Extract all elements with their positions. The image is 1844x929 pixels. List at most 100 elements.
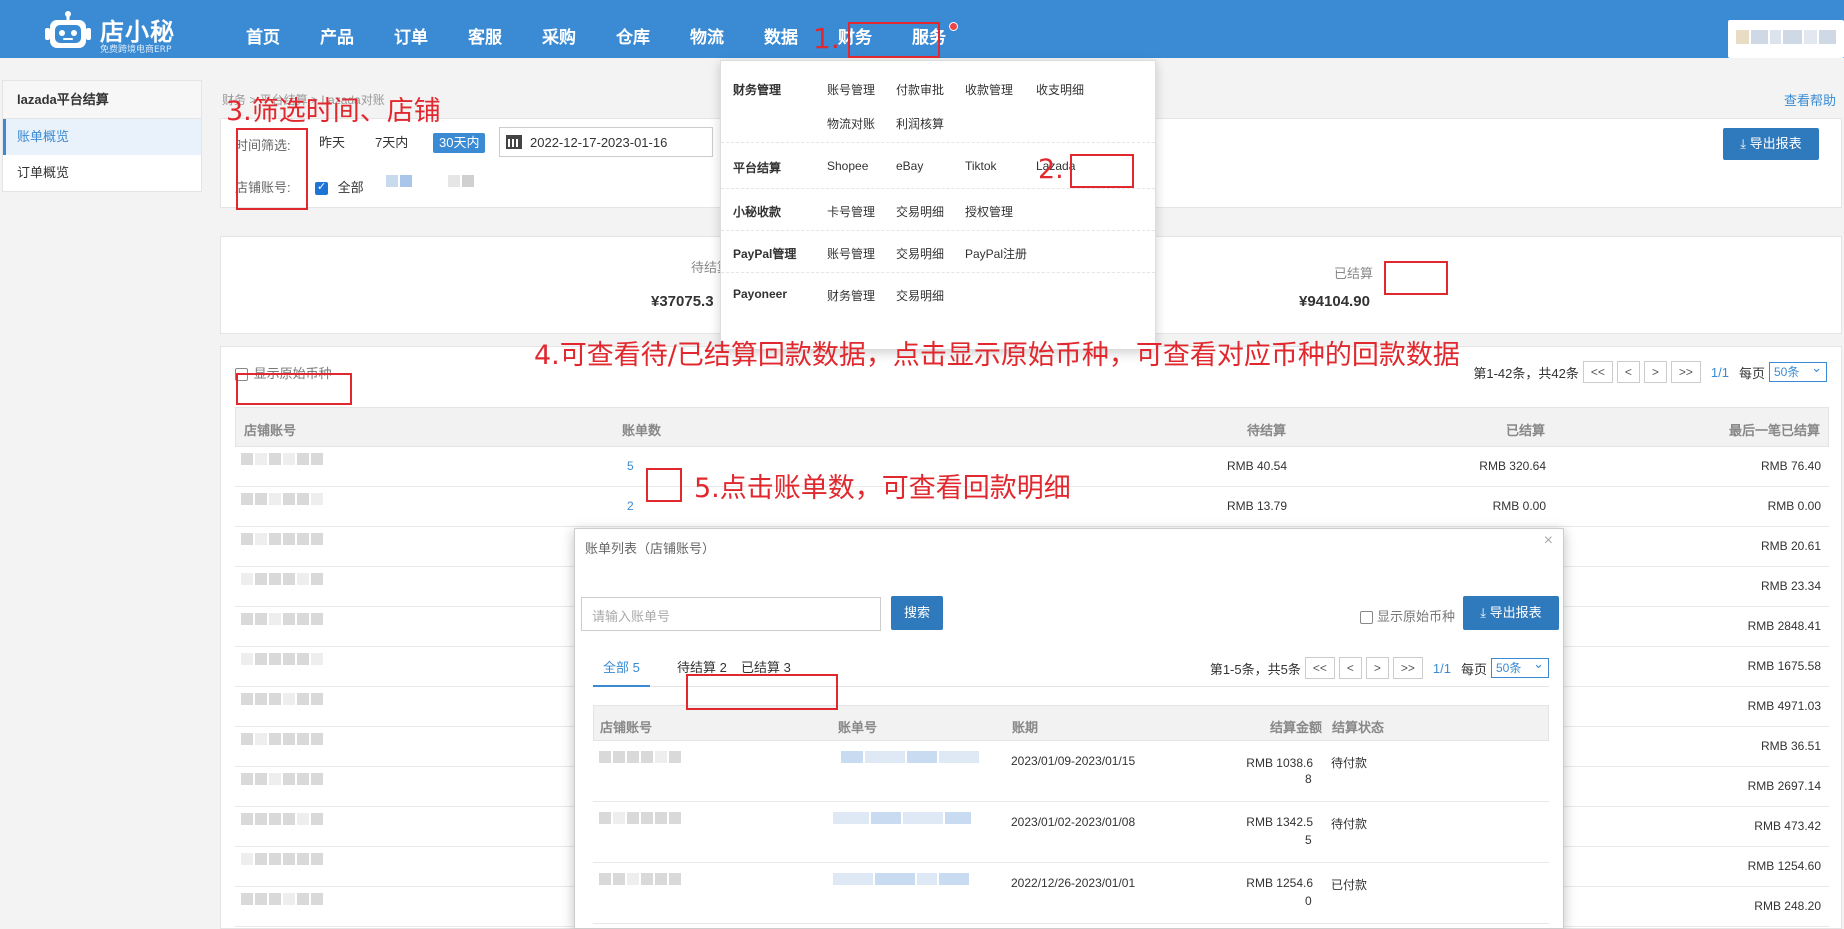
modal-header-amount: 结算金额 [1270,720,1323,735]
next-page-button[interactable]: > [1643,361,1667,383]
blurred-shop-account [241,533,329,545]
blurred-bill-number[interactable] [841,751,981,763]
notification-dot [949,22,958,31]
date-range-value: 2022-12-17-2023-01-16 [530,135,668,150]
modal-table-row: 2023/01/02-2023/01/08 RMB 1342.5 5 待付款 [593,802,1549,863]
dropdown-row-xiaomi-collection: 小秘收款 卡号管理 交易明细 授权管理 [721,189,1155,231]
settled-amount: ¥94104.90 [1299,293,1370,310]
blurred-shop-tag[interactable] [386,175,416,187]
pending-amount: ¥37075.3 [651,293,714,310]
table-header: 店铺账号 账单数 待结算 已结算 最后一笔已结算 [235,407,1829,447]
filter-yesterday[interactable]: 昨天 [313,133,351,153]
sidebar: lazada平台结算 账单概览 订单概览 [2,80,202,192]
modal-last-page-button[interactable]: >> [1392,657,1423,679]
dropdown-link[interactable]: 收款管理 [965,81,1013,98]
modal-show-original-currency-checkbox[interactable] [1360,611,1374,625]
nav-customer-service[interactable]: 客服 [448,0,522,58]
dropdown-link[interactable]: 账号管理 [827,81,875,98]
date-range-picker[interactable]: 2022-12-17-2023-01-16 [499,127,713,157]
first-page-button[interactable]: << [1582,361,1613,383]
blurred-shop-account [241,493,329,505]
pagination: 第1-42条，共42条 << < > >> 1/1 每页 50条 [1473,359,1827,383]
sidebar-item-bill-overview[interactable]: 账单概览 [3,119,201,155]
bill-count-link[interactable]: 5 [627,459,634,473]
modal-current-page: 1/1 [1432,660,1451,676]
dropdown-link[interactable]: 卡号管理 [827,203,875,220]
calendar-icon [506,135,522,149]
blurred-shop-account [241,853,329,865]
dropdown-link[interactable]: 利润核算 [896,115,944,132]
help-link[interactable]: 查看帮助 [1784,90,1836,109]
status-cell: 待付款 [1331,756,1368,770]
last-page-button[interactable]: >> [1670,361,1701,383]
user-account-box[interactable] [1728,20,1844,58]
current-page: 1/1 [1710,364,1729,380]
modal-header-status: 结算状态 [1332,720,1385,735]
blurred-shop-tag[interactable] [448,175,478,187]
shop-all-option[interactable]: 全部 [315,177,364,196]
dropdown-link[interactable]: 交易明细 [896,287,944,304]
dropdown-link[interactable]: 交易明细 [896,245,944,262]
dropdown-category: 财务管理 [733,83,782,97]
finance-dropdown-menu: 财务管理 账号管理 付款审批 收款管理 收支明细 物流对账 利润核算 平台结算 … [720,60,1156,350]
modal-first-page-button[interactable]: << [1304,657,1335,679]
amount-line-1: RMB 1342.5 [1246,815,1313,829]
dropdown-link-shopee[interactable]: Shopee [827,159,868,173]
nav-purchasing[interactable]: 采购 [522,0,596,58]
modal-header-period: 账期 [1012,720,1039,735]
tab-all[interactable]: 全部 5 [593,657,650,687]
dropdown-category: Payoneer [733,287,788,301]
sidebar-item-order-overview[interactable]: 订单概览 [3,155,201,191]
per-page-select[interactable]: 50条 [1769,359,1827,382]
logo[interactable]: 店小秘 免费跨境电商ERP [44,6,214,55]
blurred-shop-account [241,733,329,745]
header-settled: 已结算 [1505,423,1545,438]
dropdown-row-paypal: PayPal管理 账号管理 交易明细 PayPal注册 [721,231,1155,273]
modal-header-shop-account: 店铺账号 [600,720,653,735]
nav-home[interactable]: 首页 [226,0,300,58]
blurred-shop-account [599,873,683,885]
modal-export-report-button[interactable]: ⤓ 导出报表 [1463,596,1559,630]
download-icon: ⤓ [1480,605,1487,620]
last-settled-cell: RMB 36.51 [1760,739,1821,753]
blurred-bill-number[interactable] [833,873,973,885]
dropdown-link[interactable]: PayPal注册 [965,245,1027,262]
last-settled-cell: RMB 248.20 [1754,899,1821,913]
status-cell: 待付款 [1331,817,1368,831]
modal-table-row: 2023/01/09-2023/01/15 RMB 1038.6 8 待付款 [593,741,1549,802]
modal-prev-page-button[interactable]: < [1338,657,1362,679]
dropdown-link[interactable]: 物流对账 [827,115,875,132]
dropdown-link[interactable]: 财务管理 [827,287,875,304]
filter-30-days[interactable]: 30天内 [433,133,486,153]
bill-search-input[interactable]: 请输入账单号 [581,597,881,631]
nav-products[interactable]: 产品 [300,0,374,58]
dropdown-link[interactable]: 收支明细 [1036,81,1084,98]
dropdown-link[interactable]: 账号管理 [827,245,875,262]
nav-orders[interactable]: 订单 [374,0,448,58]
search-button[interactable]: 搜索 [891,596,943,630]
annotation-box-settled [1384,261,1448,295]
shop-all-checkbox[interactable] [315,180,328,196]
blurred-bill-number[interactable] [833,812,973,824]
dropdown-link-tiktok[interactable]: Tiktok [965,159,997,173]
bill-count-link[interactable]: 2 [627,499,634,513]
export-report-button[interactable]: ⤓ 导出报表 [1723,128,1819,160]
amount-cell: RMB 1254.6 [1246,876,1313,890]
close-icon[interactable]: × [1544,532,1553,550]
dropdown-link-ebay[interactable]: eBay [896,159,923,173]
dropdown-link[interactable]: 交易明细 [896,203,944,220]
dropdown-link[interactable]: 付款审批 [896,81,944,98]
last-settled-cell: RMB 1254.60 [1747,859,1821,873]
modal-per-page-select[interactable]: 50条 [1491,655,1549,678]
last-settled-cell: RMB 20.61 [1760,539,1821,553]
modal-show-original-currency-option[interactable]: 显示原始币种 [1360,606,1455,625]
sidebar-title: lazada平台结算 [3,81,201,119]
nav-logistics[interactable]: 物流 [670,0,744,58]
filter-7-days[interactable]: 7天内 [369,133,414,153]
nav-warehouse[interactable]: 仓库 [596,0,670,58]
modal-next-page-button[interactable]: > [1365,657,1389,679]
nav-data[interactable]: 数据 [744,0,818,58]
prev-page-button[interactable]: < [1616,361,1640,383]
dropdown-link[interactable]: 授权管理 [965,203,1013,220]
modal-show-original-currency-label: 显示原始币种 [1376,609,1455,624]
